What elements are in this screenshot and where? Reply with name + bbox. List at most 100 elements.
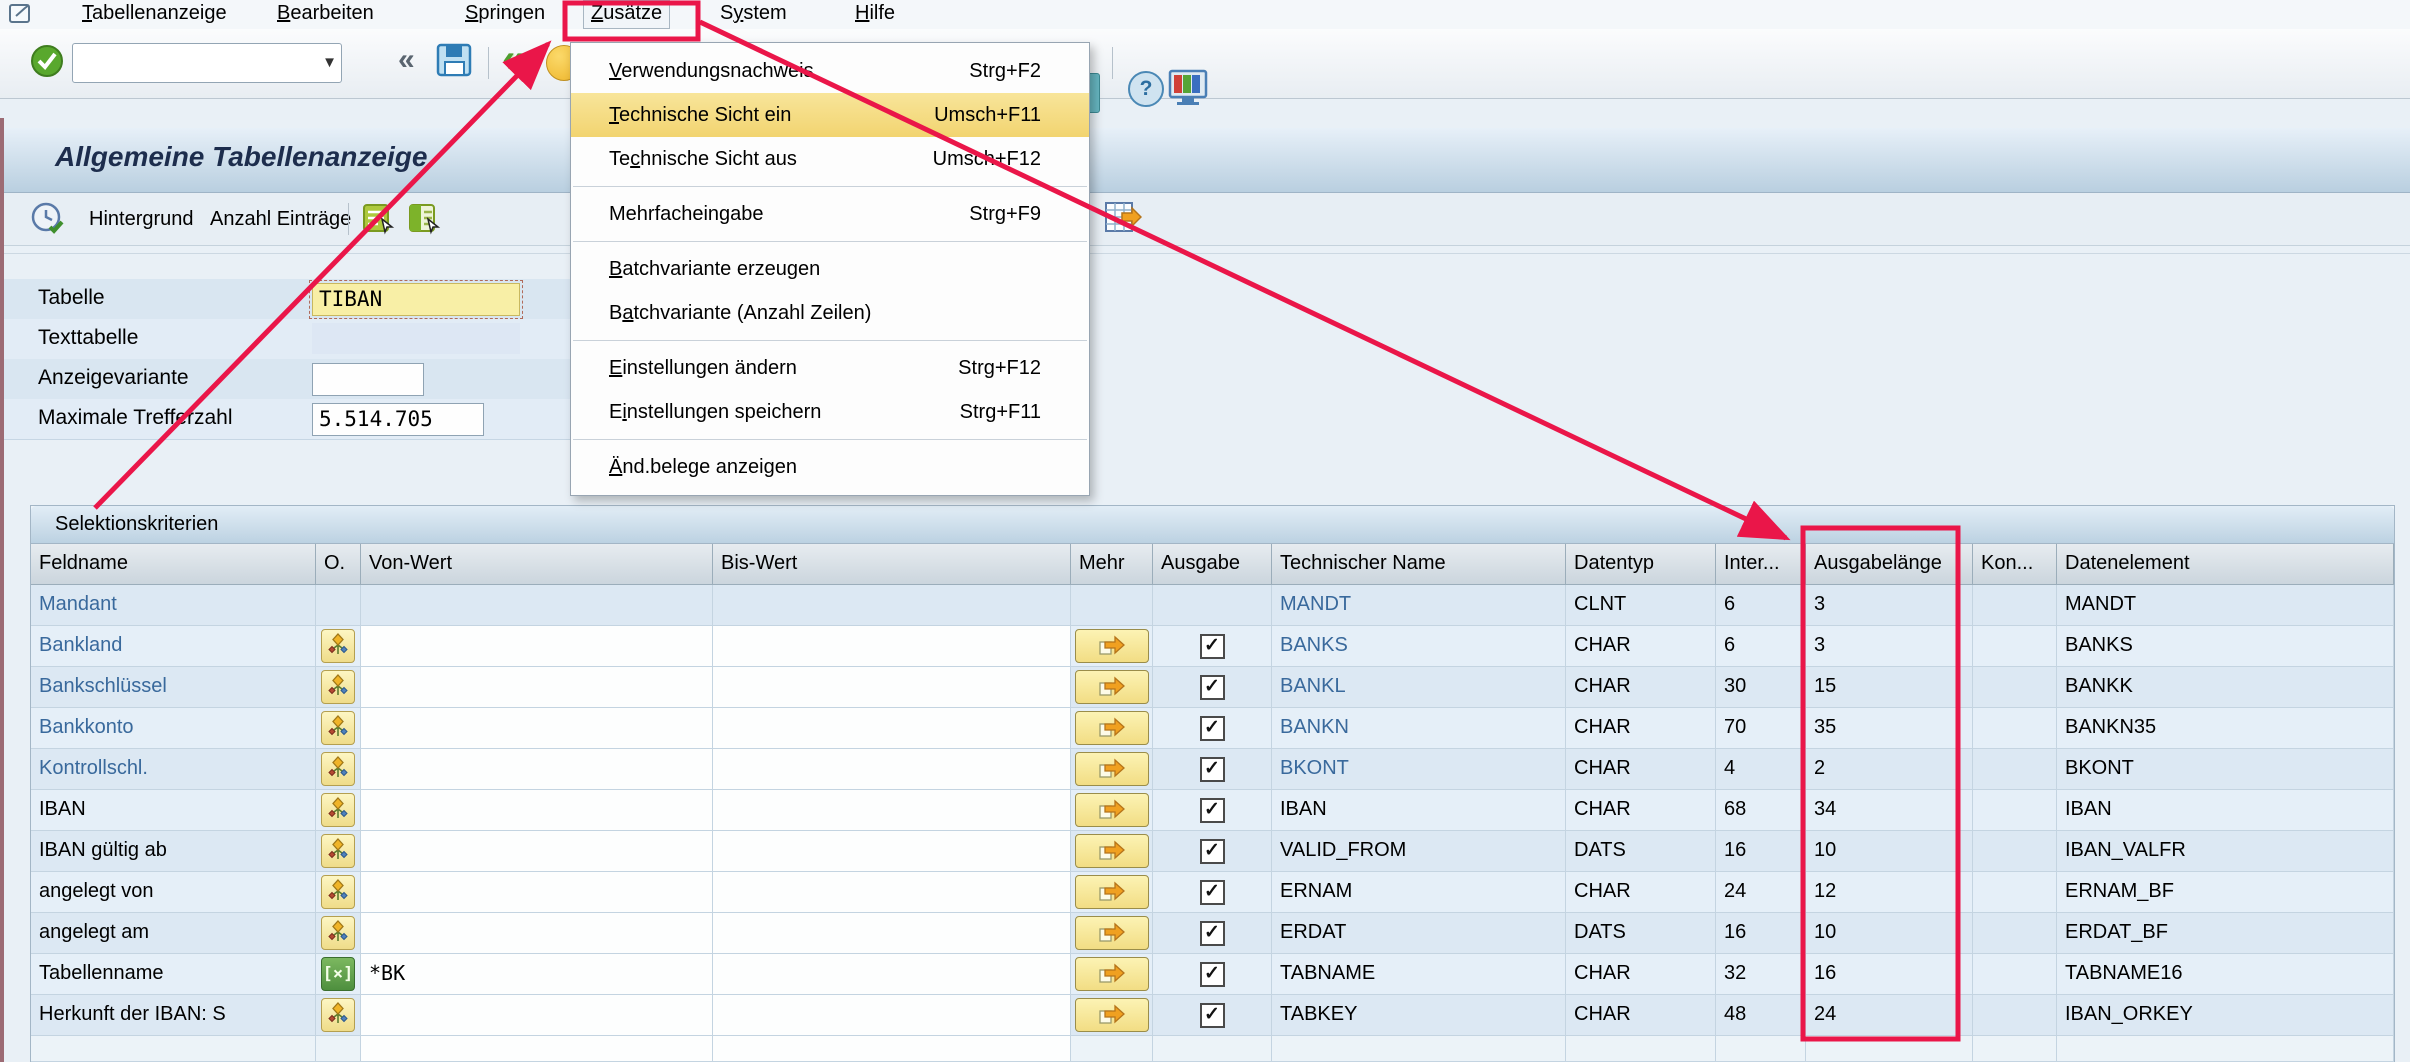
multiple-selection-icon[interactable] — [321, 875, 355, 909]
output-checkbox[interactable]: ✓ — [1200, 716, 1225, 741]
multiple-selection-icon[interactable] — [321, 629, 355, 663]
output-checkbox[interactable]: ✓ — [1200, 675, 1225, 700]
multiple-selection-icon[interactable] — [321, 670, 355, 704]
output-checkbox[interactable]: ✓ — [1200, 962, 1225, 987]
menu-item-batchvariante-erzeugen[interactable]: Batchvariante erzeugen — [571, 247, 1089, 291]
command-field[interactable]: ▼ — [72, 43, 342, 83]
cell-bis-wert[interactable] — [713, 585, 1071, 626]
output-checkbox[interactable]: ✓ — [1200, 839, 1225, 864]
menubar-item-springen[interactable]: Springen — [458, 0, 552, 27]
cell-feldname[interactable]: Mandant — [31, 585, 316, 626]
output-checkbox[interactable]: ✓ — [1200, 921, 1225, 946]
multiple-selection-icon[interactable] — [321, 793, 355, 827]
monitor-icon[interactable] — [1168, 69, 1208, 110]
menubar-item-hilfe[interactable]: Hilfe — [848, 0, 902, 27]
multiple-selection-icon[interactable] — [321, 998, 355, 1032]
cell-feldname[interactable]: Bankschlüssel — [31, 667, 316, 708]
cell-bis-wert[interactable] — [713, 831, 1071, 872]
apptoolbar-button-hintergrund[interactable]: Hintergrund — [84, 204, 199, 234]
menubar-item-zus-tze[interactable]: Zusätze — [583, 0, 670, 29]
menubar-item-system[interactable]: System — [713, 0, 794, 27]
cell-technischer-name[interactable]: BANKL — [1272, 667, 1566, 708]
column-header-feldname[interactable]: Feldname — [31, 544, 316, 585]
more-selection-icon[interactable] — [1075, 875, 1149, 909]
multiple-selection-icon[interactable] — [321, 752, 355, 786]
save-icon[interactable] — [436, 43, 472, 82]
more-selection-icon[interactable] — [1075, 793, 1149, 827]
cell-von-wert[interactable] — [361, 667, 713, 708]
cell-technischer-name[interactable]: MANDT — [1272, 585, 1566, 626]
output-checkbox[interactable]: ✓ — [1200, 1003, 1225, 1028]
cell-von-wert[interactable] — [361, 708, 713, 749]
cell-von-wert[interactable] — [361, 790, 713, 831]
cell-von-wert[interactable] — [361, 626, 713, 667]
choose-list-alt-icon[interactable] — [408, 203, 442, 240]
cell-technischer-name[interactable]: BKONT — [1272, 749, 1566, 790]
cell-bis-wert[interactable] — [713, 872, 1071, 913]
tabelle-field[interactable]: TIBAN — [312, 283, 520, 316]
cell-bis-wert[interactable] — [713, 626, 1071, 667]
menu-item-nd-belege-anzeigen[interactable]: Änd.belege anzeigen — [571, 445, 1089, 489]
back-icon[interactable]: « — [502, 37, 524, 82]
cell-von-wert[interactable] — [361, 995, 713, 1036]
exclude-selection-icon[interactable]: [×] — [321, 957, 355, 991]
more-selection-icon[interactable] — [1075, 629, 1149, 663]
output-checkbox[interactable]: ✓ — [1200, 880, 1225, 905]
cell-bis-wert[interactable] — [713, 790, 1071, 831]
menu-item-technische-sicht-ein[interactable]: Technische Sicht einUmsch+F11 — [571, 93, 1089, 137]
cell-bis-wert[interactable] — [713, 749, 1071, 790]
field-layout-icon[interactable] — [1104, 201, 1142, 240]
command-input[interactable] — [75, 46, 309, 78]
more-selection-icon[interactable] — [1075, 916, 1149, 950]
collapse-icon[interactable]: « — [398, 43, 415, 77]
column-header-datenelement[interactable]: Datenelement — [2057, 544, 2394, 585]
column-header-mehr[interactable]: Mehr — [1071, 544, 1153, 585]
cell-empty[interactable] — [713, 1036, 1071, 1062]
cell-bis-wert[interactable] — [713, 954, 1071, 995]
cell-von-wert[interactable] — [361, 749, 713, 790]
menubar-item-bearbeiten[interactable]: Bearbeiten — [270, 0, 381, 27]
output-checkbox[interactable]: ✓ — [1200, 798, 1225, 823]
cell-bis-wert[interactable] — [713, 667, 1071, 708]
multiple-selection-icon[interactable] — [321, 711, 355, 745]
enter-icon[interactable] — [30, 44, 64, 83]
cell-von-wert[interactable]: *BK — [361, 954, 713, 995]
cell-bis-wert[interactable] — [713, 708, 1071, 749]
cell-feldname[interactable]: Kontrollschl. — [31, 749, 316, 790]
cell-technischer-name[interactable]: BANKS — [1272, 626, 1566, 667]
cell-feldname[interactable]: Bankland — [31, 626, 316, 667]
menu-item-verwendungsnachweis[interactable]: VerwendungsnachweisStrg+F2 — [571, 49, 1089, 93]
more-selection-icon[interactable] — [1075, 670, 1149, 704]
anzeigevariante-field[interactable] — [312, 363, 424, 396]
multiple-selection-icon[interactable] — [321, 834, 355, 868]
window-menu-icon[interactable] — [8, 2, 34, 26]
column-header-bis-wert[interactable]: Bis-Wert — [713, 544, 1071, 585]
column-header-ausgabel-nge[interactable]: Ausgabelänge — [1806, 544, 1973, 585]
output-checkbox[interactable]: ✓ — [1200, 757, 1225, 782]
cell-bis-wert[interactable] — [713, 995, 1071, 1036]
cell-von-wert[interactable] — [361, 585, 713, 626]
cell-von-wert[interactable] — [361, 831, 713, 872]
execute-background-icon[interactable] — [30, 201, 66, 242]
apptoolbar-button-anzahl-eintr-ge[interactable]: Anzahl Einträge — [205, 204, 356, 234]
more-selection-icon[interactable] — [1075, 957, 1149, 991]
help-icon[interactable]: ? — [1128, 71, 1164, 107]
column-header-ausgabe[interactable]: Ausgabe — [1153, 544, 1272, 585]
output-checkbox[interactable]: ✓ — [1200, 634, 1225, 659]
menu-item-mehrfacheingabe[interactable]: MehrfacheingabeStrg+F9 — [571, 192, 1089, 236]
cell-von-wert[interactable] — [361, 913, 713, 954]
more-selection-icon[interactable] — [1075, 711, 1149, 745]
menu-item-technische-sicht-aus[interactable]: Technische Sicht ausUmsch+F12 — [571, 137, 1089, 181]
menu-item-einstellungen-ndern[interactable]: Einstellungen ändernStrg+F12 — [571, 346, 1089, 390]
column-header-o[interactable]: O. — [316, 544, 361, 585]
cell-bis-wert[interactable] — [713, 913, 1071, 954]
cell-feldname[interactable]: Bankkonto — [31, 708, 316, 749]
cell-empty[interactable] — [361, 1036, 713, 1062]
more-selection-icon[interactable] — [1075, 834, 1149, 868]
menu-item-einstellungen-speichern[interactable]: Einstellungen speichernStrg+F11 — [571, 390, 1089, 434]
column-header-datentyp[interactable]: Datentyp — [1566, 544, 1716, 585]
multiple-selection-icon[interactable] — [321, 916, 355, 950]
column-header-technischer-name[interactable]: Technischer Name — [1272, 544, 1566, 585]
column-header-kon[interactable]: Kon... — [1973, 544, 2057, 585]
cell-technischer-name[interactable]: BANKN — [1272, 708, 1566, 749]
